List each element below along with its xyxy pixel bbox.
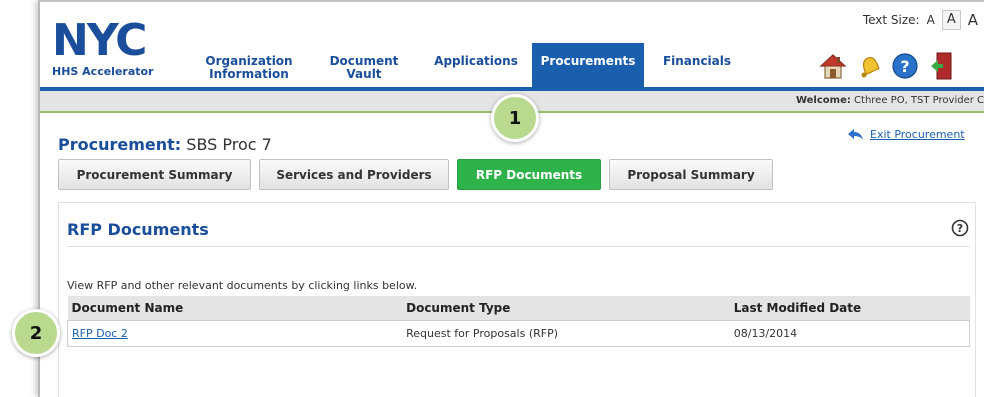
last-modified-cell: 08/13/2014 bbox=[729, 320, 970, 347]
bell-icon[interactable] bbox=[854, 50, 884, 82]
home-icon[interactable] bbox=[818, 50, 848, 82]
back-arrow-icon bbox=[848, 128, 863, 140]
help-icon[interactable]: ? bbox=[890, 50, 920, 82]
callout-badge-2: 2 bbox=[12, 309, 60, 357]
panel-help-icon[interactable]: ? bbox=[951, 219, 969, 241]
logo-text: NYC bbox=[52, 15, 147, 66]
tab-applications[interactable]: Applications bbox=[420, 43, 532, 87]
welcome-user: Cthree PO, TST Provider C bbox=[854, 95, 984, 106]
procurement-name: SBS Proc 7 bbox=[186, 135, 272, 154]
table-header: Document Name Document Type Last Modifie… bbox=[67, 296, 970, 321]
rfp-documents-title: RFP Documents bbox=[67, 220, 209, 239]
col-last-modified[interactable]: Last Modified Date bbox=[729, 296, 970, 321]
col-document-name[interactable]: Document Name bbox=[67, 296, 403, 321]
procurement-label: Procurement: bbox=[58, 135, 182, 154]
welcome-label: Welcome: bbox=[795, 95, 851, 106]
text-size-control: Text Size: A A A bbox=[863, 10, 982, 30]
exit-procurement-link[interactable]: Exit Procurement bbox=[848, 128, 965, 141]
text-size-large-button[interactable]: A bbox=[964, 11, 982, 29]
text-size-medium-button[interactable]: A bbox=[941, 10, 961, 30]
document-name-cell: RFP Doc 2 bbox=[67, 320, 403, 347]
header-icons: ? bbox=[818, 50, 956, 82]
procurement-subtabs: Procurement Summary Services and Provide… bbox=[58, 159, 773, 190]
text-size-label: Text Size: bbox=[862, 13, 920, 27]
page-title: Procurement: SBS Proc 7 bbox=[58, 135, 272, 154]
subtab-rfp-documents[interactable]: RFP Documents bbox=[457, 159, 601, 190]
tab-organization-information[interactable]: Organization Information bbox=[190, 43, 308, 87]
text-size-small-button[interactable]: A bbox=[923, 11, 939, 29]
instruction-text: View RFP and other relevant documents by… bbox=[67, 279, 418, 292]
panel-divider bbox=[67, 246, 969, 247]
tab-financials[interactable]: Financials bbox=[644, 43, 750, 87]
logo-subtitle: HHS Accelerator bbox=[52, 65, 154, 78]
rfp-documents-panel: RFP Documents ? View RFP and other relev… bbox=[58, 202, 976, 397]
subtab-proposal-summary[interactable]: Proposal Summary bbox=[609, 159, 773, 190]
main-nav: Organization Information Document Vault Ap… bbox=[190, 43, 750, 87]
callout-badge-1: 1 bbox=[491, 94, 539, 142]
exit-procurement-label: Exit Procurement bbox=[870, 128, 965, 141]
svg-text:?: ? bbox=[900, 57, 909, 76]
document-link[interactable]: RFP Doc 2 bbox=[72, 327, 128, 340]
subtab-services-and-providers[interactable]: Services and Providers bbox=[259, 159, 449, 190]
svg-text:?: ? bbox=[957, 222, 963, 235]
tab-document-vault[interactable]: Document Vault bbox=[308, 43, 420, 87]
table-row: RFP Doc 2 Request for Proposals (RFP) 08… bbox=[67, 320, 970, 347]
nyc-logo[interactable]: NYC HHS Accelerator bbox=[52, 15, 182, 79]
logout-icon[interactable] bbox=[926, 50, 956, 82]
rfp-documents-table: Document Name Document Type Last Modifie… bbox=[67, 296, 970, 347]
document-type-cell: Request for Proposals (RFP) bbox=[402, 320, 730, 347]
tab-procurements[interactable]: Procurements bbox=[532, 43, 644, 87]
app-window: NYC HHS Accelerator Text Size: A A A Org… bbox=[38, 0, 984, 397]
subtab-procurement-summary[interactable]: Procurement Summary bbox=[58, 159, 251, 190]
col-document-type[interactable]: Document Type bbox=[402, 296, 730, 321]
